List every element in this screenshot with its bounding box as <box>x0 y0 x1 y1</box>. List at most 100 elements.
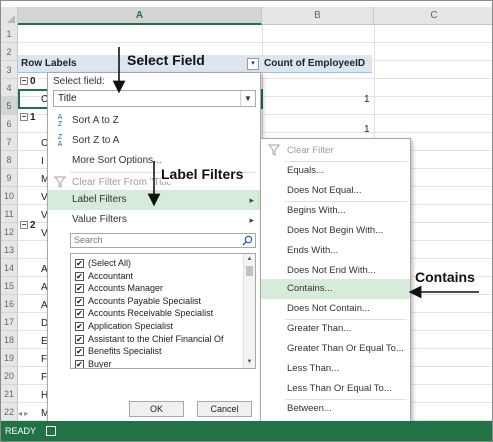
submenu-greater-than[interactable]: Greater Than... <box>261 319 410 339</box>
cancel-button[interactable]: Cancel <box>197 401 252 417</box>
checkbox[interactable]: ✔ <box>75 309 84 319</box>
submenu-does-not-end-with[interactable]: Does Not End With... <box>261 261 410 281</box>
checkbox[interactable]: ✔ <box>75 296 84 306</box>
scroll-thumb[interactable] <box>246 266 253 276</box>
pivot-group-1[interactable]: −1 <box>20 109 36 127</box>
checkbox[interactable]: ✔ <box>75 284 84 294</box>
row-header[interactable]: 11 <box>1 205 18 223</box>
row-header[interactable]: 16 <box>1 295 18 313</box>
sort-a-z-icon: AZ <box>57 114 63 128</box>
row-header[interactable]: 10 <box>1 187 18 205</box>
submenu-ends-with[interactable]: Ends With... <box>261 241 410 261</box>
submenu-does-not-equal[interactable]: Does Not Equal... <box>261 181 410 201</box>
status-ready: READY <box>5 426 37 436</box>
count-cell-b5[interactable]: 1 <box>364 91 370 109</box>
count-header: Count of EmployeeID <box>264 58 366 69</box>
submenu-item-label: Greater Than... <box>287 323 352 334</box>
row-header[interactable]: 7 <box>1 133 18 151</box>
filter-search-input[interactable]: Search <box>70 233 256 248</box>
submenu-item-label: Clear Filter <box>287 145 334 156</box>
checkbox[interactable]: ✔ <box>75 334 84 344</box>
row-labels-filter-button[interactable]: ▾ <box>247 58 259 70</box>
submenu-separator <box>285 399 407 400</box>
filter-list-item-label: Assistant to the Chief Financial Of <box>88 333 224 344</box>
submenu-clear-filter: Clear Filter <box>261 141 410 161</box>
submenu-equals[interactable]: Equals... <box>261 161 410 181</box>
annotation-select-field: Select Field <box>127 52 205 68</box>
column-header-b[interactable]: B <box>262 7 374 25</box>
row-header[interactable]: 13 <box>1 241 18 259</box>
row-header[interactable]: 21 <box>1 385 18 403</box>
count-cell-b7[interactable]: 1 <box>364 121 370 139</box>
row-header[interactable]: 2 <box>1 43 18 61</box>
row-header[interactable]: 19 <box>1 349 18 367</box>
row-header[interactable]: 9 <box>1 169 18 187</box>
sort-z-a-icon: ZA <box>57 134 63 148</box>
select-all-corner[interactable] <box>1 7 18 25</box>
row-header[interactable]: 4 <box>1 79 18 97</box>
row-header[interactable]: 12 <box>1 223 18 241</box>
ok-button[interactable]: OK <box>129 401 184 417</box>
row-label-stub[interactable]: I <box>41 153 44 171</box>
row-header[interactable]: 15 <box>1 277 18 295</box>
pivot-group-2[interactable]: −2 <box>20 217 36 235</box>
filter-list-item-label: Benefits Specialist <box>88 346 162 357</box>
submenu-between[interactable]: Between... <box>261 399 410 419</box>
row-header[interactable]: 14 <box>1 259 18 277</box>
collapse-icon[interactable]: − <box>20 113 28 122</box>
submenu-contains[interactable]: Contains... <box>261 279 410 299</box>
collapse-icon[interactable]: − <box>20 221 28 230</box>
select-field-label: Select field: <box>53 76 105 87</box>
menu-value-filters[interactable]: Value Filters ▸ <box>48 210 260 230</box>
grid-row <box>18 25 492 43</box>
filter-list-item-label: Accounts Receivable Specialist <box>88 308 214 319</box>
row-header[interactable]: 5 <box>1 97 18 115</box>
list-scrollbar[interactable]: ▲ ▼ <box>243 254 255 368</box>
row-header[interactable]: 20 <box>1 367 18 385</box>
checkbox[interactable]: ✔ <box>75 271 84 281</box>
submenu-begins-with[interactable]: Begins With... <box>261 201 410 221</box>
checkbox[interactable]: ✔ <box>75 359 84 368</box>
submenu-less-than-or-equal-to[interactable]: Less Than Or Equal To... <box>261 379 410 399</box>
select-field-combobox[interactable]: Title ▼ <box>53 90 256 107</box>
menu-sort-a-z[interactable]: AZ Sort A to Z <box>48 111 260 131</box>
column-header-c[interactable]: C <box>374 7 492 25</box>
row-header[interactable]: 8 <box>1 151 18 169</box>
row-header[interactable]: 6 <box>1 115 18 133</box>
filter-list-item-label: Accounts Payable Specialist <box>88 295 202 306</box>
submenu-less-than[interactable]: Less Than... <box>261 359 410 379</box>
submenu-does-not-contain[interactable]: Does Not Contain... <box>261 299 410 319</box>
row-header[interactable]: 3 <box>1 61 18 79</box>
submenu-item-label: Greater Than Or Equal To... <box>287 343 404 354</box>
submenu-item-label: Less Than Or Equal To... <box>287 383 392 394</box>
menu-sort-z-a[interactable]: ZA Sort Z to A <box>48 131 260 151</box>
submenu-does-not-begin-with[interactable]: Does Not Begin With... <box>261 221 410 241</box>
filter-list-item-label: Accounts Manager <box>88 283 164 294</box>
chevron-down-icon[interactable]: ▼ <box>240 91 255 106</box>
search-icon <box>242 235 253 246</box>
row-header[interactable]: 18 <box>1 331 18 349</box>
row-header[interactable]: 1 <box>1 25 18 43</box>
macro-record-icon[interactable] <box>46 426 56 436</box>
checkbox[interactable]: ✔ <box>75 259 84 268</box>
checkbox[interactable]: ✔ <box>75 347 84 357</box>
submenu-item-label: Contains... <box>287 283 333 294</box>
row-header[interactable]: 17 <box>1 313 18 331</box>
submenu-item-label: Less Than... <box>287 363 340 374</box>
column-header-a[interactable]: A <box>18 7 262 25</box>
submenu-item-label: Does Not End With... <box>287 265 376 276</box>
submenu-greater-than-or-equal-to[interactable]: Greater Than Or Equal To... <box>261 339 410 359</box>
row-header[interactable]: 22 <box>1 403 18 421</box>
collapse-icon[interactable]: − <box>20 77 28 86</box>
menu-label-filters[interactable]: Label Filters ▸ <box>48 190 260 210</box>
submenu-item-label: Ends With... <box>287 245 339 256</box>
scroll-up-icon[interactable]: ▲ <box>244 254 255 265</box>
column-header-bar: A B C <box>1 7 492 25</box>
checkbox[interactable]: ✔ <box>75 322 84 331</box>
scroll-down-icon[interactable]: ▼ <box>244 357 255 368</box>
filter-values-list[interactable]: ✔ (Select All) ✔ Accountant ✔ Accounts Manage… <box>70 253 256 369</box>
filter-list-item-label: Accountant <box>88 270 134 281</box>
sheet-nav-arrows[interactable]: ◂ ▸ <box>18 407 48 421</box>
submenu-separator <box>285 319 407 320</box>
filter-list-item-label: (Select All) <box>88 258 132 268</box>
